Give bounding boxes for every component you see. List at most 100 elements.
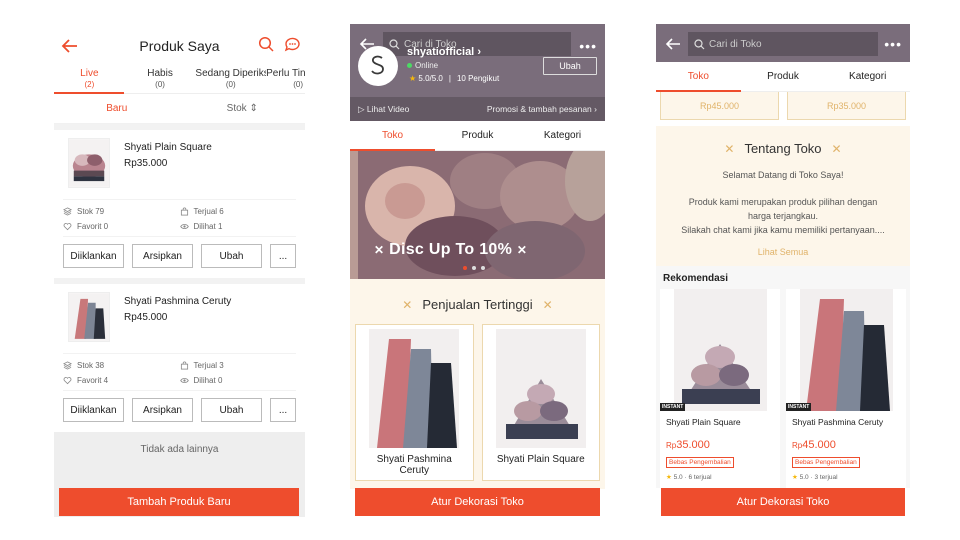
sparkle-icon: ✕	[542, 297, 553, 312]
back-arrow-icon[interactable]	[60, 36, 80, 56]
see-all-link[interactable]: Lihat Semua	[666, 247, 900, 257]
more-options-icon[interactable]: •••	[579, 38, 597, 54]
archive-button[interactable]: Arsipkan	[132, 244, 193, 268]
decorate-shop-button[interactable]: Atur Dekorasi Toko	[661, 488, 905, 516]
promote-button[interactable]: Diiklankan	[63, 398, 124, 422]
more-options-icon[interactable]: •••	[884, 36, 902, 52]
layers-icon	[63, 207, 72, 216]
views-stat: Dilihat 0	[179, 376, 297, 385]
promo-link[interactable]: Promosi & tambah pesanan ›	[487, 104, 597, 114]
about-line: Produk kami merupakan produk pilihan den…	[688, 197, 878, 207]
decorate-shop-button[interactable]: Atur Dekorasi Toko	[355, 488, 600, 516]
promo-banner[interactable]: ✕ Disc Up To 10% ✕	[350, 151, 605, 279]
star-icon: ★	[409, 74, 417, 83]
tab-count: (0)	[293, 80, 303, 89]
back-arrow-icon[interactable]	[664, 35, 682, 53]
search-icon[interactable]	[258, 36, 274, 52]
product-item: Shyati Plain Square Rp35.000 Stok 79 Ter…	[54, 130, 305, 278]
section-title: ✕ Penjualan Tertinggi ✕	[350, 279, 605, 324]
divider: |	[448, 74, 451, 83]
tab-needs-action[interactable]: Perlu Tindakan(0)	[266, 68, 305, 93]
tab-live[interactable]: Live (2)	[54, 68, 125, 93]
best-sellers-section: ✕ Penjualan Tertinggi ✕ Shyati Pashmina …	[350, 279, 605, 489]
shop-page-screen: Cari di Toko ••• shyatiofficial › Online…	[350, 24, 605, 517]
product-thumbnail[interactable]	[68, 292, 110, 342]
product-name[interactable]: Shyati Pashmina Ceruty	[124, 296, 231, 307]
product-stats: Stok 79 Terjual 6 Favorit 0 Dilihat 1	[63, 200, 296, 237]
bag-icon	[180, 361, 188, 370]
empty-text: Tidak ada lainnya	[140, 444, 219, 455]
carousel-dot	[472, 266, 476, 270]
best-seller-prices: Rp45.000 Rp35.000	[656, 92, 910, 120]
search-input[interactable]: Cari di Toko	[688, 32, 878, 56]
search-placeholder: Cari di Toko	[709, 38, 762, 50]
sold-value: Terjual 6	[193, 207, 224, 216]
tab-products[interactable]: Produk	[741, 62, 826, 91]
play-icon: ▷	[358, 103, 365, 114]
chevron-right-icon: ›	[477, 46, 481, 58]
carousel-dot	[463, 266, 467, 270]
promote-button[interactable]: Diiklankan	[63, 244, 124, 268]
tab-categories[interactable]: Kategori	[825, 62, 910, 91]
online-dot-icon	[407, 63, 412, 68]
watch-video-link[interactable]: ▷ Lihat Video	[358, 104, 409, 115]
tab-in-review[interactable]: Sedang Diperiksa(0)	[195, 68, 266, 93]
carousel-dot	[481, 266, 485, 270]
currency: Rp	[666, 441, 677, 450]
about-title-text: Tentang Toko	[744, 141, 822, 156]
add-product-button[interactable]: Tambah Produk Baru	[59, 488, 299, 516]
heart-icon	[63, 223, 72, 231]
tab-shop[interactable]: Toko	[656, 62, 741, 91]
chat-icon[interactable]	[284, 36, 301, 52]
sparkle-icon: ✕	[516, 243, 528, 257]
product-name[interactable]: Shyati Plain Square	[124, 142, 212, 153]
favorite-value: Favorit 0	[77, 222, 109, 231]
more-button[interactable]: ...	[270, 398, 296, 422]
followers: 10 Pengikut	[456, 74, 500, 83]
shop-name[interactable]: shyatiofficial ›	[407, 46, 481, 58]
archive-button[interactable]: Arsipkan	[132, 398, 193, 422]
layers-icon	[63, 361, 72, 370]
product-card[interactable]: Shyati Pashmina Ceruty	[355, 324, 474, 481]
tab-count: (0)	[225, 80, 236, 89]
heart-icon	[63, 377, 72, 385]
more-button[interactable]: ...	[270, 244, 296, 268]
sold-value: Terjual 3	[193, 361, 224, 370]
tab-label: Perlu Tindakan	[266, 68, 305, 79]
rating-sold: ★ 5.0 · 6 terjual	[660, 470, 780, 484]
product-card[interactable]: Shyati Plain Square	[481, 324, 600, 481]
free-return-tag: Bebas Pengembalian	[792, 457, 860, 468]
product-price: Rp35.000	[787, 92, 906, 120]
eye-icon	[179, 378, 189, 383]
status-tabs: Live(2) Habis(0) Sedang Diperiksa(0) Per…	[54, 68, 305, 94]
shop-logo[interactable]	[358, 46, 398, 86]
edit-button[interactable]: Ubah	[201, 398, 262, 422]
sort-newest[interactable]: Baru	[54, 103, 180, 114]
rating-sold: ★ 5.0 · 3 terjual	[786, 470, 906, 484]
tab-categories[interactable]: Kategori	[520, 121, 605, 150]
tab-shop[interactable]: Toko	[350, 121, 435, 150]
edit-shop-button[interactable]: Ubah	[543, 57, 597, 75]
sold-stat: Terjual 3	[180, 361, 297, 370]
product-thumbnail[interactable]	[68, 138, 110, 188]
product-image-wrap: INSTANT	[660, 289, 768, 411]
sort-stock[interactable]: Stok ⇕	[180, 103, 306, 114]
product-name: Shyati Pashmina Ceruty	[792, 417, 884, 427]
product-card[interactable]: INSTANT Shyati Plain Square Rp35.000 Beb…	[660, 289, 780, 488]
product-actions: Diiklankan Arsipkan Ubah ...	[63, 391, 296, 432]
about-shop-section: ✕ Tentang Toko ✕ Selamat Datang di Toko …	[656, 126, 910, 266]
carousel-indicator	[463, 266, 485, 270]
product-price: Rp45.000	[660, 92, 779, 120]
tab-products[interactable]: Produk	[435, 121, 520, 150]
banner-text: ✕ Disc Up To 10% ✕	[374, 241, 527, 259]
tab-label: Sedang Diperiksa	[195, 68, 266, 79]
online-text: Online	[415, 61, 439, 70]
product-name: Shyati Pashmina Ceruty	[376, 454, 452, 476]
edit-button[interactable]: Ubah	[201, 244, 262, 268]
online-status: Online	[407, 61, 438, 70]
sold-stat: Terjual 6	[180, 207, 297, 216]
product-card[interactable]: INSTANT Shyati Pashmina Ceruty Rp45.000 …	[786, 289, 906, 488]
stock-stat: Stok 79	[63, 207, 180, 216]
sort-bar: Baru Stok ⇕	[54, 94, 305, 124]
tab-habis[interactable]: Habis (0)	[125, 68, 196, 93]
